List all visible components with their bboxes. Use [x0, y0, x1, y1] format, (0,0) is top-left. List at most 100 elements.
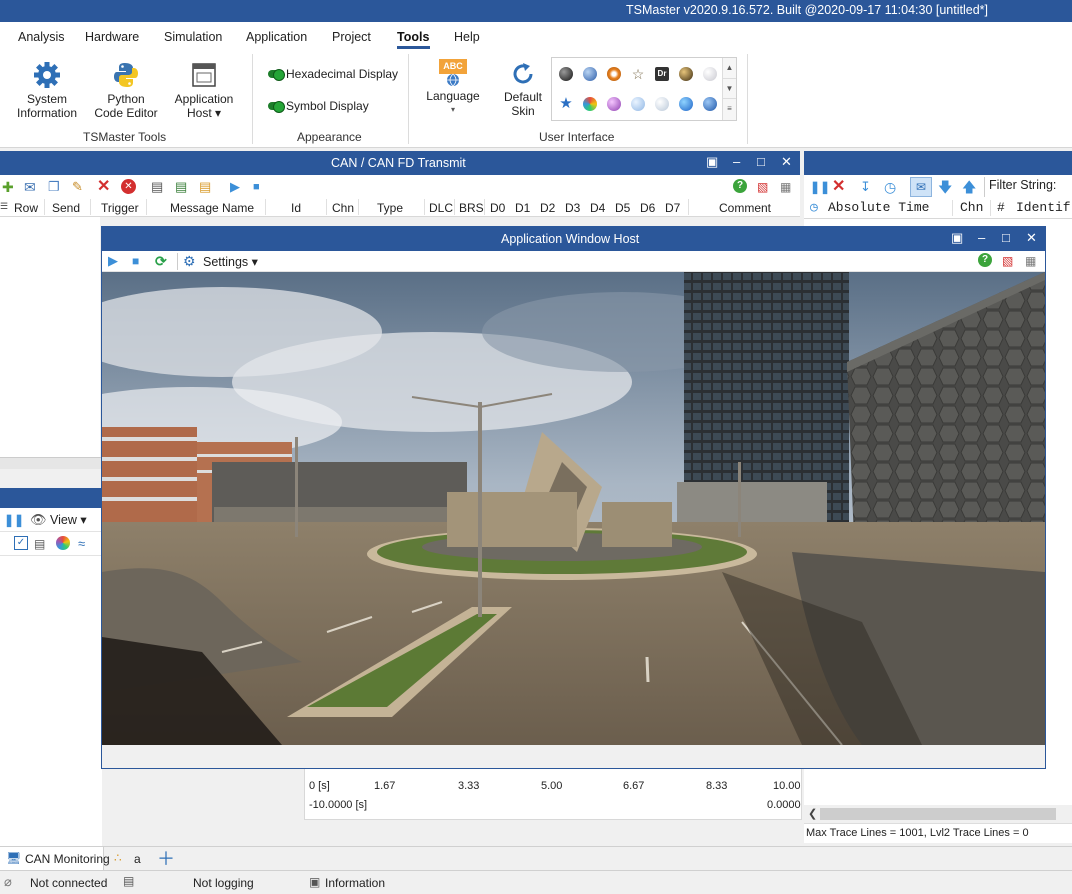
- skin-black-icon[interactable]: [559, 67, 573, 81]
- column-header[interactable]: Chn: [960, 200, 983, 215]
- skin-white-icon[interactable]: [703, 67, 717, 81]
- refresh-icon[interactable]: ⟳: [155, 253, 171, 269]
- envelope-icon[interactable]: ✉: [24, 179, 40, 195]
- close-icon[interactable]: ✕: [781, 155, 792, 169]
- stop-icon[interactable]: ■: [132, 253, 148, 269]
- menu-analysis[interactable]: Analysis: [18, 30, 65, 44]
- column-header[interactable]: DLC: [429, 201, 453, 215]
- dock-icon[interactable]: ▦: [1025, 253, 1041, 269]
- skin-rainbow-icon[interactable]: [583, 97, 597, 111]
- column-header[interactable]: D3: [565, 201, 580, 215]
- add-message-icon[interactable]: ✚: [2, 179, 18, 195]
- column-header[interactable]: BRS: [459, 201, 484, 215]
- column-header[interactable]: D5: [615, 201, 630, 215]
- minimize-icon[interactable]: –: [978, 231, 985, 245]
- skin-blue-star-icon[interactable]: ★: [559, 96, 573, 111]
- list-icon[interactable]: ▤: [34, 536, 50, 552]
- open-folder-icon[interactable]: ▤: [199, 179, 215, 195]
- column-header[interactable]: Trigger: [101, 201, 139, 215]
- help-icon[interactable]: ?: [978, 253, 992, 267]
- save-as-icon[interactable]: ▤: [175, 179, 191, 195]
- play-icon[interactable]: ▶: [230, 179, 246, 195]
- menu-application[interactable]: Application: [246, 30, 307, 44]
- skin-lightblue-icon[interactable]: [631, 97, 645, 111]
- menu-help[interactable]: Help: [454, 30, 480, 44]
- splitter[interactable]: [0, 457, 102, 469]
- column-header[interactable]: D0: [490, 201, 505, 215]
- column-header[interactable]: Comment: [719, 201, 771, 215]
- help-icon[interactable]: ?: [733, 179, 747, 193]
- column-header[interactable]: Absolute Time: [828, 200, 929, 215]
- clear-window-icon[interactable]: ▧: [1002, 253, 1018, 269]
- maximize-icon[interactable]: □: [757, 155, 765, 169]
- column-header[interactable]: Chn: [332, 201, 354, 215]
- scroll-down-icon[interactable]: ▼: [723, 78, 736, 98]
- column-header[interactable]: D1: [515, 201, 530, 215]
- checkbox-icon[interactable]: ✓: [14, 536, 28, 550]
- symbol-display-toggle[interactable]: [268, 101, 285, 113]
- pin-icon[interactable]: ▣: [706, 155, 718, 169]
- maximize-icon[interactable]: □: [1002, 231, 1010, 245]
- skin-navy-icon[interactable]: [703, 97, 717, 111]
- system-information-button[interactable]: System Information: [12, 60, 82, 120]
- clear-window-icon[interactable]: ▧: [757, 179, 773, 195]
- arrow-down-icon[interactable]: 🡇: [938, 179, 954, 195]
- dock-icon[interactable]: ▦: [780, 179, 796, 195]
- email-toggle-icon[interactable]: ✉: [910, 177, 932, 197]
- eye-icon[interactable]: 👁: [30, 512, 47, 528]
- menu-project[interactable]: Project: [332, 30, 371, 44]
- scroll-bottom-icon[interactable]: ↧: [860, 179, 876, 195]
- menu-hardware[interactable]: Hardware: [85, 30, 139, 44]
- column-header[interactable]: D4: [590, 201, 605, 215]
- skin-blue-icon[interactable]: [583, 67, 597, 81]
- column-header[interactable]: D2: [540, 201, 555, 215]
- hexadecimal-display-toggle[interactable]: [268, 69, 285, 81]
- trace-hscrollbar[interactable]: ❮: [804, 805, 1072, 823]
- paste-icon[interactable]: ✎: [72, 179, 88, 195]
- pause-icon[interactable]: ❚❚: [810, 179, 830, 195]
- python-code-editor-button[interactable]: Python Code Editor: [90, 60, 162, 120]
- signal-wave-icon[interactable]: ≈: [78, 536, 94, 552]
- close-icon[interactable]: ✕: [1026, 231, 1037, 245]
- clear-trace-icon[interactable]: ✕: [832, 179, 848, 195]
- skin-purple-icon[interactable]: [607, 97, 621, 111]
- language-button[interactable]: ABC Language ▾: [420, 59, 486, 117]
- delete-icon[interactable]: ✕: [97, 179, 113, 195]
- skin-star-icon[interactable]: ☆: [631, 67, 645, 81]
- column-header[interactable]: Send: [52, 201, 80, 215]
- column-header[interactable]: D7: [665, 201, 680, 215]
- default-skin-button[interactable]: Default Skin: [494, 60, 552, 118]
- logging-icon[interactable]: ▤: [123, 874, 134, 888]
- arrow-up-icon[interactable]: 🡅: [962, 179, 978, 195]
- hexadecimal-display-label[interactable]: Hexadecimal Display: [286, 67, 398, 81]
- column-header[interactable]: Message Name: [170, 201, 254, 215]
- save-icon[interactable]: ▤: [151, 179, 167, 195]
- menu-simulation[interactable]: Simulation: [164, 30, 222, 44]
- stop-icon[interactable]: ■: [253, 179, 269, 195]
- settings-menu[interactable]: Settings ▾: [203, 254, 258, 269]
- scroll-up-icon[interactable]: ▲: [723, 58, 736, 78]
- skin-gold-icon[interactable]: [679, 67, 693, 81]
- row-menu-icon[interactable]: ☰: [0, 201, 8, 212]
- play-icon[interactable]: ▶: [108, 253, 124, 269]
- skin-silver-icon[interactable]: [655, 97, 669, 111]
- column-header[interactable]: Identif: [1016, 200, 1071, 215]
- gear-icon[interactable]: ⚙: [183, 253, 199, 269]
- application-host-button[interactable]: Application Host ▾: [168, 60, 240, 120]
- column-header[interactable]: Type: [377, 201, 403, 215]
- color-wheel-icon[interactable]: [56, 536, 70, 550]
- menu-tools[interactable]: Tools: [397, 30, 429, 44]
- scroll-left-icon[interactable]: ❮: [808, 807, 817, 820]
- tab-can-monitoring[interactable]: 🖥 CAN Monitoring: [0, 847, 110, 871]
- minimize-icon[interactable]: –: [733, 155, 740, 169]
- column-header[interactable]: D6: [640, 201, 655, 215]
- expand-gallery-icon[interactable]: ≡: [723, 98, 736, 118]
- view-menu[interactable]: View ▾: [50, 512, 87, 527]
- skin-apple-icon[interactable]: [679, 97, 693, 111]
- skin-gallery[interactable]: ☆ Dr ★ ▲ ▼ ≡: [551, 57, 737, 121]
- pause-icon[interactable]: ❚❚: [4, 512, 24, 528]
- tab-a[interactable]: ∴ a: [108, 847, 148, 871]
- column-header[interactable]: Row: [14, 201, 38, 215]
- symbol-display-label[interactable]: Symbol Display: [286, 99, 369, 113]
- add-tab-icon[interactable]: ＋: [157, 848, 175, 872]
